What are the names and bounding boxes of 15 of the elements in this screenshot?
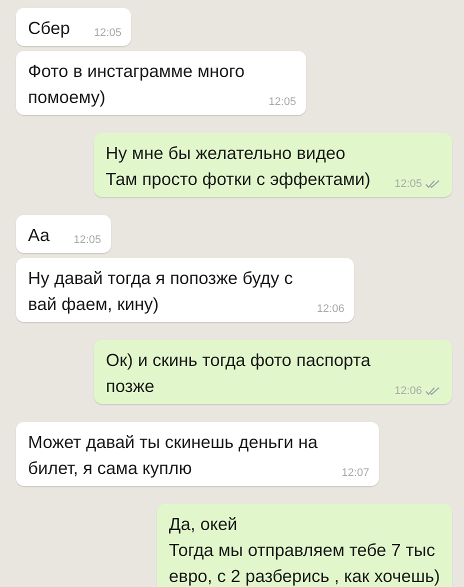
timestamp: 12:06 [394, 384, 422, 398]
message-text: Ну давай тогда я попозже буду с вай фаем, кину) [28, 267, 293, 316]
message-text: Да, окей Тогда мы отправляем тебе 7 тыс евро, с 2 разберись , как хочешь) [168, 513, 440, 587]
timestamp: 12:07 [342, 466, 370, 480]
timestamp: 12:05 [74, 233, 102, 247]
message-text: Ок) и скинь тогда фото паспорта позже [106, 349, 370, 398]
timestamp: 12:06 [316, 302, 344, 316]
timestamp: 12:05 [394, 177, 422, 191]
message-text: Сбер [28, 17, 70, 40]
timestamp: 12:05 [268, 95, 296, 109]
message-text: Может давай ты скинешь деньги на билет, я сама куплю [28, 431, 318, 480]
timestamp: 12:05 [94, 26, 122, 40]
message-text: Аа [28, 224, 50, 247]
message-text: Ну мне бы желательно видео Там просто фотки с эффектами) [106, 142, 370, 191]
message-text: Фото в инстаграмме много помоему) [28, 60, 245, 109]
